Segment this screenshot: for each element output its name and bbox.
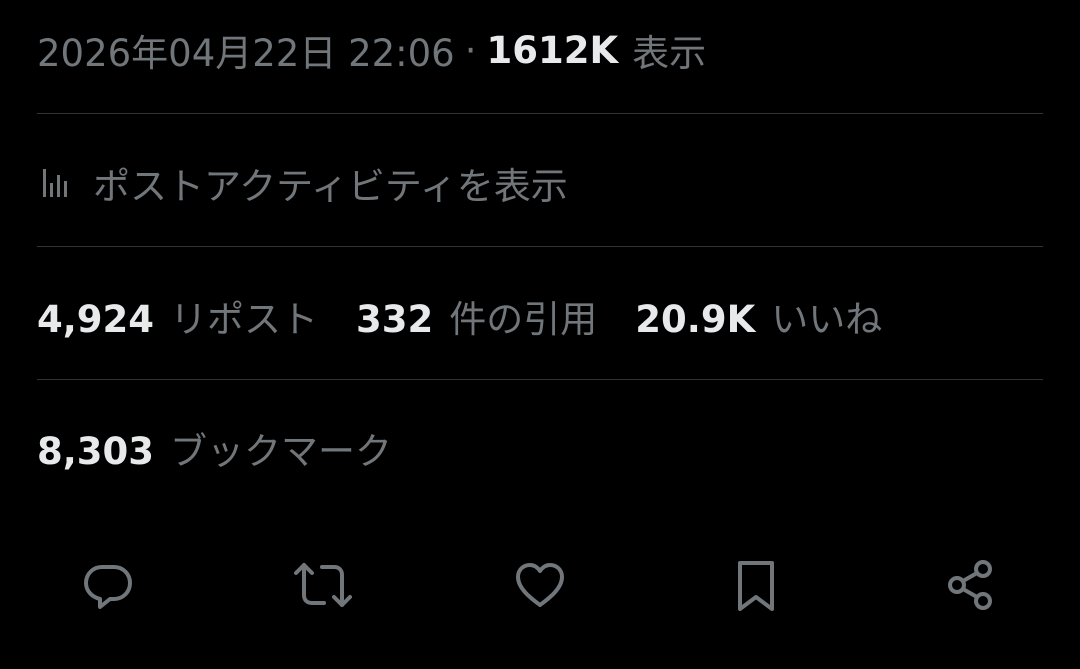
meta-separator: · — [464, 28, 477, 72]
tweet-detail-footer: 2026年04月22日 22:06 · 1612K 表示 ポストアクティビティを… — [0, 0, 1080, 669]
reposts-count: 4,924 — [37, 298, 155, 341]
quotes-label: 件の引用 — [449, 298, 598, 341]
analytics-icon — [37, 165, 73, 201]
reply-button[interactable] — [68, 545, 148, 625]
divider — [37, 113, 1043, 114]
tweet-meta: 2026年04月22日 22:06 · 1612K 表示 — [37, 22, 1043, 78]
post-activity-label: ポストアクティビティを表示 — [93, 165, 568, 208]
share-icon — [941, 555, 1001, 615]
reply-icon — [78, 555, 138, 615]
quotes-count: 332 — [356, 298, 434, 341]
bookmarks-count: 8,303 — [37, 430, 155, 473]
post-activity-link[interactable]: ポストアクティビティを表示 — [37, 155, 1043, 211]
bookmarks-stat[interactable]: 8,303 ブックマーク — [37, 420, 1043, 476]
views-label: 表示 — [632, 32, 707, 75]
bookmarks-label: ブックマーク — [170, 430, 393, 473]
tweet-action-bar — [0, 545, 1080, 625]
tweet-timestamp[interactable]: 2026年04月22日 22:06 — [37, 23, 455, 77]
reposts-label: リポスト — [170, 298, 319, 341]
bookmark-icon — [726, 555, 786, 615]
likes-label: いいね — [771, 298, 883, 341]
quotes-stat[interactable]: 332 件の引用 — [356, 289, 597, 343]
repost-icon — [290, 555, 356, 615]
reposts-stat[interactable]: 4,924 リポスト — [37, 289, 318, 343]
divider — [37, 246, 1043, 247]
views-count: 1612K — [486, 28, 619, 72]
engagement-stats: 4,924 リポスト 332 件の引用 20.9K いいね — [37, 288, 1043, 344]
likes-count: 20.9K — [635, 298, 756, 341]
likes-stat[interactable]: 20.9K いいね — [635, 289, 882, 343]
bookmark-button[interactable] — [716, 545, 796, 625]
repost-button[interactable] — [283, 545, 363, 625]
share-button[interactable] — [931, 545, 1011, 625]
like-icon — [510, 555, 570, 615]
divider — [37, 379, 1043, 380]
like-button[interactable] — [500, 545, 580, 625]
